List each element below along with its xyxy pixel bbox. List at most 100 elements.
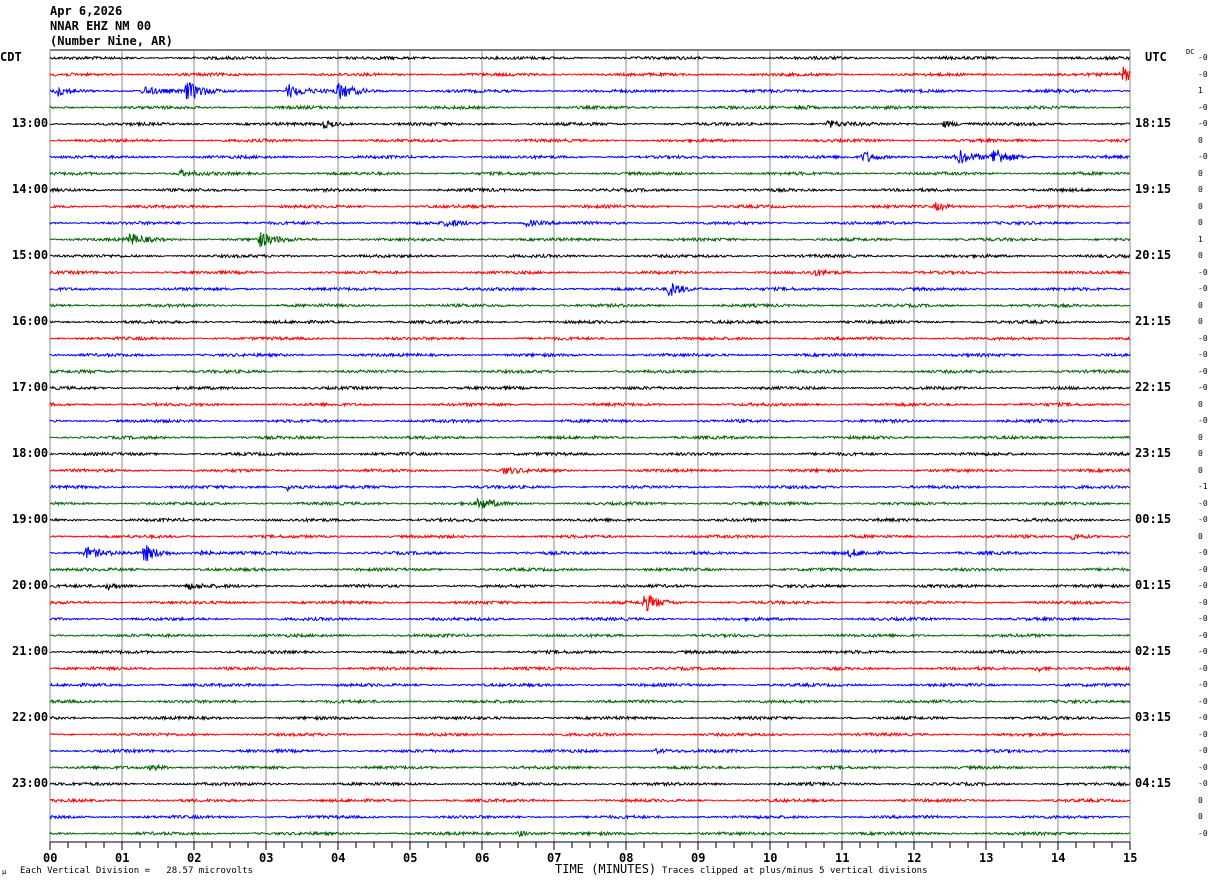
- dc-offset-label: -0: [1198, 762, 1208, 772]
- seismic-trace: [49, 797, 1131, 804]
- dc-offset-label: -0: [1198, 383, 1208, 392]
- dc-offset-label: -0: [1198, 647, 1208, 656]
- seismic-trace: [49, 681, 1131, 689]
- seismic-trace: [49, 417, 1131, 425]
- seismic-trace: [49, 232, 1131, 248]
- dc-offset-label: 0: [1198, 465, 1203, 475]
- dc-offset-label: -0: [1198, 680, 1208, 689]
- seismic-trace: [49, 202, 1131, 212]
- dc-offset-label: -0: [1198, 333, 1208, 343]
- seismic-trace: [49, 268, 1131, 277]
- dc-offset-label: -0: [1198, 53, 1208, 62]
- seismic-trace: [49, 119, 1131, 129]
- x-tick-label: 13: [979, 851, 994, 865]
- seismic-trace: [50, 566, 1131, 573]
- seismic-trace: [49, 582, 1131, 592]
- x-tick-label: 00: [43, 851, 58, 865]
- seismic-trace: [49, 698, 1131, 705]
- seismic-trace: [49, 318, 1131, 326]
- scale-note: Each Vertical Division = 28.57 microvolt…: [20, 866, 253, 876]
- left-hour-label: 23:00: [12, 776, 49, 790]
- seismic-trace: [49, 483, 1131, 493]
- dc-offset-label: -0: [1198, 366, 1208, 376]
- dc-offset-label: 0: [1198, 135, 1203, 145]
- dc-offset-label: -0: [1198, 69, 1208, 79]
- dc-offset-label: -0: [1198, 267, 1208, 277]
- dc-offset-label: -0: [1198, 746, 1208, 755]
- left-hour-label: 18:00: [12, 446, 49, 460]
- right-hour-label: 04:15: [1135, 776, 1172, 790]
- x-tick-label: 06: [475, 851, 490, 865]
- right-hour-label: 23:15: [1135, 446, 1172, 460]
- seismic-trace: [49, 252, 1131, 260]
- seismic-trace: [49, 434, 1131, 441]
- seismic-trace: [49, 497, 1131, 509]
- dc-offset-label: 0: [1198, 201, 1203, 211]
- left-hour-label: 22:00: [12, 710, 49, 724]
- seismic-trace: [49, 137, 1131, 144]
- dc-offset-label: 0: [1198, 185, 1203, 194]
- right-hour-label: 18:15: [1135, 116, 1172, 130]
- seismic-trace: [49, 302, 1131, 309]
- seismic-trace: [49, 82, 1131, 100]
- dc-offset-label: -0: [1198, 729, 1208, 739]
- right-hour-label: 20:15: [1135, 248, 1172, 262]
- seismic-trace: [49, 615, 1130, 623]
- x-axis-title: TIME (MINUTES): [555, 862, 657, 876]
- seismic-trace: [49, 594, 1131, 611]
- right-hour-label: 00:15: [1135, 512, 1172, 526]
- dc-offset-label: 1: [1198, 86, 1203, 95]
- right-hour-label: 03:15: [1135, 710, 1172, 724]
- seismic-trace: [49, 665, 1131, 674]
- dc-offset-label: 0: [1198, 399, 1203, 409]
- seismic-trace: [49, 368, 1131, 375]
- seismic-trace: [49, 830, 1131, 838]
- seismic-trace: [49, 632, 1131, 639]
- seismic-trace: [49, 813, 1130, 821]
- seismic-trace: [50, 533, 1131, 541]
- dc-offset-label: -0: [1198, 152, 1208, 161]
- dc-offset-label: -0: [1198, 102, 1208, 112]
- dc-offset-label: -0: [1198, 663, 1208, 673]
- seismic-trace: [49, 714, 1131, 722]
- x-tick-label: 15: [1123, 851, 1138, 865]
- right-hour-label: 19:15: [1135, 182, 1172, 196]
- dc-offset-label: -0: [1198, 119, 1208, 128]
- dc-offset-label: -0: [1198, 416, 1208, 425]
- dc-offset-label: 1: [1198, 234, 1203, 244]
- dc-offset-label: -0: [1198, 828, 1208, 838]
- seismic-trace: [49, 351, 1131, 359]
- dc-offset-label: -0: [1198, 564, 1208, 574]
- dc-offset-label: 0: [1198, 531, 1203, 541]
- x-tick-label: 04: [331, 851, 346, 865]
- dc-offset-label: 0: [1198, 449, 1203, 458]
- dc-offset-label: 0: [1198, 218, 1203, 227]
- dc-offset-label: 0: [1198, 795, 1203, 805]
- x-tick-label: 11: [835, 851, 850, 865]
- dc-offset-label: -0: [1198, 597, 1208, 607]
- dc-offset-label: -0: [1198, 548, 1208, 557]
- seismic-trace: [49, 648, 1131, 656]
- seismic-trace: [49, 167, 1131, 178]
- x-tick-label: 03: [259, 851, 274, 865]
- x-tick-label: 05: [403, 851, 418, 865]
- x-tick-label: 01: [115, 851, 130, 865]
- dc-offset-label: 0: [1198, 168, 1203, 178]
- dc-offset-label: -0: [1198, 779, 1208, 788]
- seismic-trace: [49, 149, 1130, 164]
- dc-offset-label: 0: [1198, 432, 1203, 442]
- left-hour-label: 21:00: [12, 644, 49, 658]
- dc-offset-label: -1: [1198, 482, 1208, 491]
- left-hour-label: 17:00: [12, 380, 49, 394]
- seismic-trace: [49, 544, 1131, 561]
- dc-offset-label: -0: [1198, 696, 1208, 706]
- helicorder-plot: [49, 49, 1131, 850]
- seismic-trace: [49, 54, 1131, 62]
- seismic-trace: [49, 450, 1131, 457]
- dc-offset-label: 0: [1198, 317, 1203, 326]
- dc-offset-label: -0: [1198, 498, 1208, 508]
- left-hour-label: 15:00: [12, 248, 49, 262]
- x-tick-label: 09: [691, 851, 706, 865]
- left-hour-label: 20:00: [12, 578, 49, 592]
- dc-offset-label: 0: [1198, 300, 1203, 310]
